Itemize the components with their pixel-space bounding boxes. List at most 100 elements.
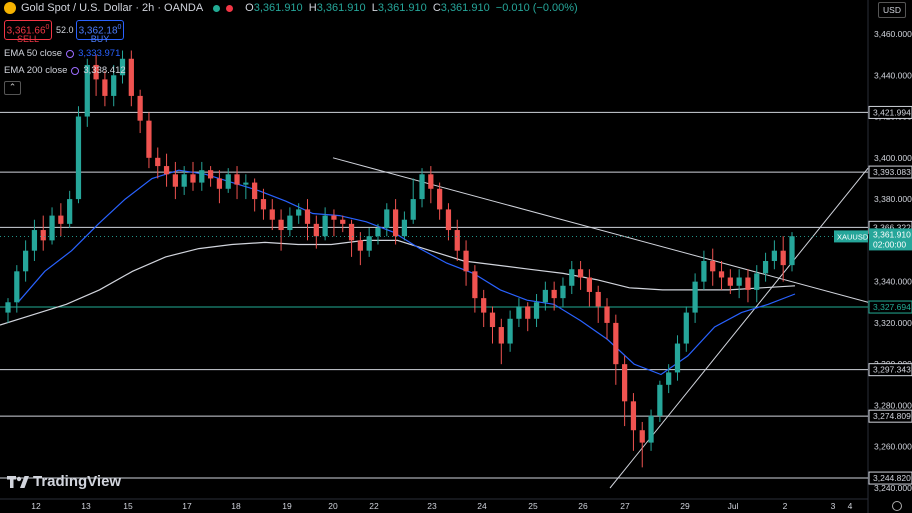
candle-body [375, 227, 381, 237]
y-tick-label: 3,280.000 [874, 400, 912, 410]
candle-body [745, 277, 751, 290]
candle-body [366, 236, 372, 251]
low-value: 3,361.910 [377, 2, 427, 14]
data-status-icon [226, 4, 234, 12]
ema200-label: EMA 200 close [4, 65, 68, 76]
level-price-label: 3,327.694 [873, 302, 911, 312]
candle-body [384, 209, 390, 228]
candle-body [181, 174, 187, 187]
candle-body [525, 306, 531, 319]
candle-body [14, 271, 20, 303]
symbol-tag-label: XAUUSD [837, 232, 869, 241]
candle-body [260, 199, 267, 210]
candle-body [296, 209, 302, 216]
currency-button[interactable]: USD [878, 2, 906, 18]
candle-body [331, 215, 337, 220]
sell-label: SELL [16, 34, 40, 45]
candle-body [357, 240, 363, 251]
candle-body [23, 250, 29, 272]
ema50-label: EMA 50 close [4, 48, 63, 59]
y-tick-label: 3,440.000 [874, 70, 912, 80]
countdown-label: 02:00:00 [873, 239, 906, 249]
candle-body [463, 250, 469, 272]
candle-body [613, 322, 619, 365]
indicator-settings-icon[interactable] [66, 49, 75, 58]
candle-body [304, 209, 311, 224]
level-price-label: 3,421.994 [873, 107, 911, 117]
candle-body [542, 289, 548, 303]
indicator-ema50[interactable]: EMA 50 close 3,333.971 [4, 48, 120, 59]
y-tick-label: 3,340.000 [874, 277, 912, 287]
x-tick-label: 25 [528, 501, 538, 511]
candle-body [560, 285, 566, 299]
candle-body [516, 306, 522, 319]
buy-button[interactable]: 3,362.180 BUY [76, 20, 124, 44]
close-label: C [432, 2, 441, 14]
x-tick-label: 2 [783, 501, 788, 511]
candle-body [58, 215, 64, 224]
trade-panel: 3,361.660 SELL 52.0 3,362.180 BUY [4, 20, 124, 44]
candle-body [604, 306, 610, 323]
x-tick-label: 17 [182, 501, 192, 511]
gear-icon[interactable] [892, 501, 902, 511]
candle-body [207, 170, 214, 179]
candle-body [155, 157, 161, 167]
price-chart[interactable]: 12 13 15 17 18 19 20 22 23 24 25 26 27 29 Jul 2 3 43,460.… [0, 0, 912, 513]
x-tick-label: 29 [680, 501, 690, 511]
candle-body [40, 230, 46, 241]
symbol-title[interactable]: Gold Spot / U.S. Dollar · 2h · OANDA [21, 2, 203, 14]
candle-body [199, 170, 205, 183]
gold-symbol-icon [4, 2, 16, 14]
y-tick-label: 3,320.000 [874, 318, 912, 328]
candle-body [551, 289, 557, 299]
high-label: H [308, 2, 317, 14]
candle-body [252, 182, 258, 200]
level-price-label: 3,393.083 [873, 167, 911, 177]
candle-body [454, 230, 460, 251]
buy-price-sup: 0 [117, 24, 122, 31]
high-value: 3,361.910 [316, 2, 366, 14]
collapse-indicators-button[interactable]: ⌃ [4, 81, 21, 95]
candle-body [657, 384, 663, 416]
candle-body [789, 236, 795, 266]
ema200-value: 3,338.412 [83, 65, 126, 76]
tradingview-wordmark: TradingView [33, 473, 122, 490]
x-tick-label: 20 [328, 501, 338, 511]
y-tick-label: 3,400.000 [874, 153, 912, 163]
candle-body [692, 281, 698, 313]
candle-body [410, 199, 416, 220]
candle-body [137, 95, 143, 121]
candle-body [225, 174, 231, 189]
x-tick-label: 27 [620, 501, 630, 511]
candle-body [710, 261, 716, 272]
candle-body [322, 215, 328, 237]
candle-body [622, 364, 628, 402]
x-tick-label: 12 [31, 501, 41, 511]
indicator-ema200[interactable]: EMA 200 close 3,338.412 [4, 65, 126, 76]
x-tick-label: 15 [123, 501, 133, 511]
x-tick-label: 23 [427, 501, 437, 511]
candle-body [340, 219, 346, 224]
ema50-value: 3,333.971 [78, 48, 121, 59]
candle-body [674, 343, 681, 373]
tradingview-logo-icon [7, 475, 29, 488]
x-tick-label: 18 [231, 501, 241, 511]
indicator-settings-icon[interactable] [71, 66, 80, 75]
candle-body [595, 291, 601, 307]
candle-body [701, 261, 707, 282]
candle-body [498, 327, 504, 344]
ohlc-readout: O3,361.910 H3,361.910 L3,361.910 C3,361.… [245, 2, 581, 14]
candle-body [666, 372, 672, 385]
candle-body [401, 219, 408, 237]
candle-body [128, 58, 134, 96]
sell-button[interactable]: 3,361.660 SELL [4, 20, 52, 44]
close-value: 3,361.910 [440, 2, 490, 14]
candle-body [163, 166, 170, 175]
y-tick-label: 3,260.000 [874, 442, 912, 452]
x-tick-label: 22 [369, 501, 379, 511]
low-label: L [371, 2, 378, 14]
candle-body [771, 250, 777, 261]
candle-body [780, 250, 786, 266]
change-value: −0.010 (−0.00%) [495, 2, 578, 14]
candle-body [437, 188, 443, 210]
